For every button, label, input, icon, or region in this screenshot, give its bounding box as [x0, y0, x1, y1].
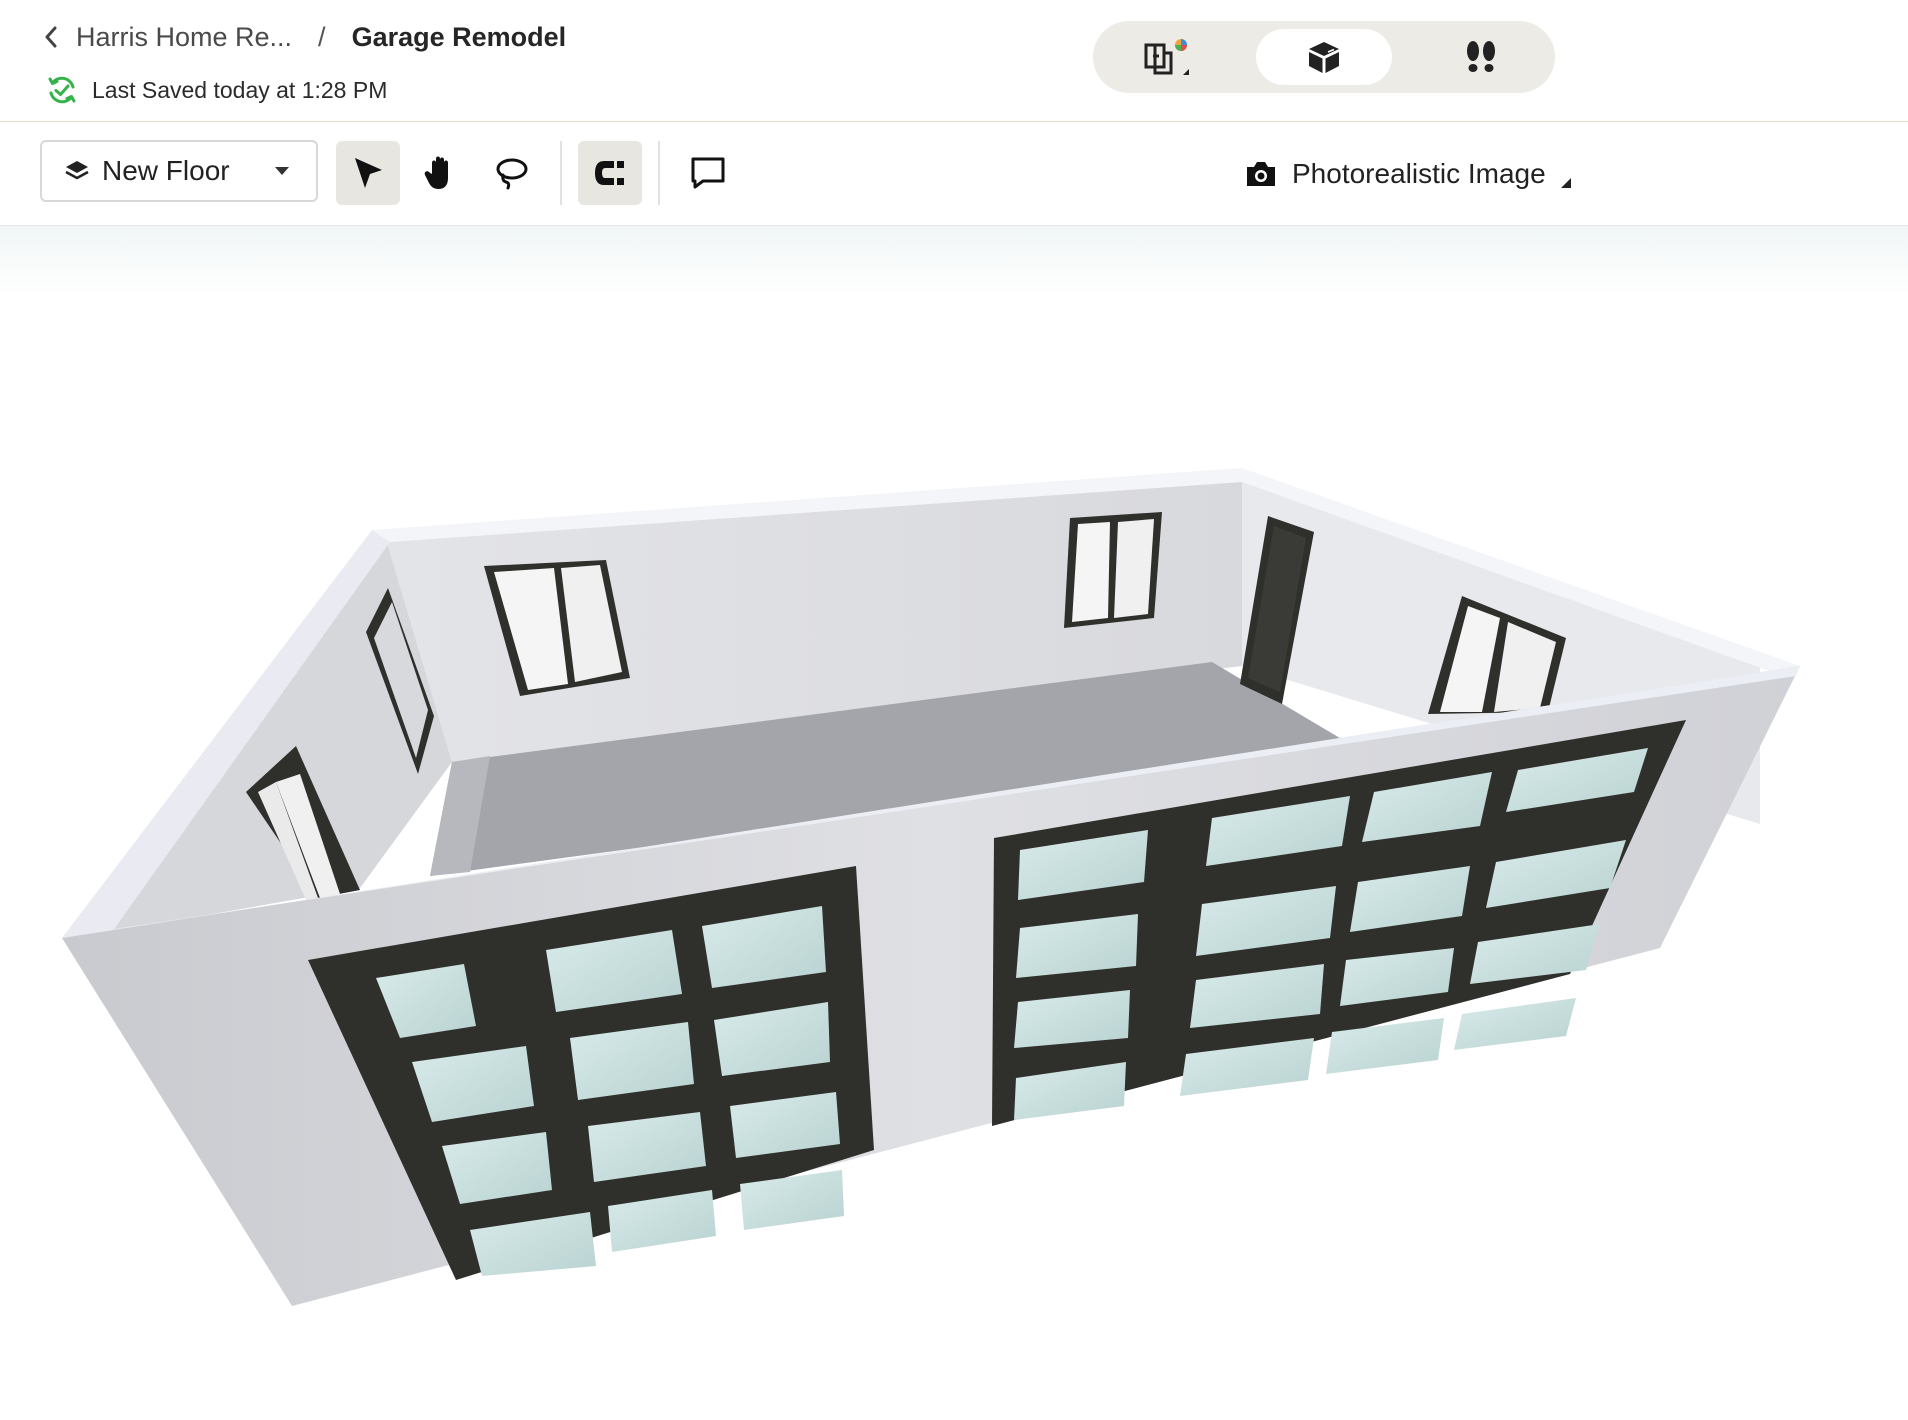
window-back-right: [1064, 512, 1162, 628]
save-status: Last Saved today at 1:28 PM: [46, 74, 387, 106]
camera-icon: [1247, 162, 1275, 186]
chevron-down-icon: [275, 167, 289, 175]
3d-box-icon: [1309, 42, 1339, 73]
lasso-icon: [496, 158, 528, 190]
view-walkthrough-button[interactable]: [1413, 29, 1549, 85]
toolbar-divider: [560, 141, 562, 205]
view-3d-button[interactable]: [1256, 29, 1392, 85]
pan-tool-button[interactable]: [408, 141, 472, 205]
lasso-tool-button[interactable]: [480, 141, 544, 205]
project-title: Garage Remodel: [351, 21, 567, 52]
breadcrumb-parent-link[interactable]: Harris Home Re...: [76, 22, 292, 53]
photorealistic-image-label: Photorealistic Image: [1292, 158, 1546, 189]
garage-3d-model: [62, 468, 1800, 1306]
photorealistic-image-button[interactable]: Photorealistic Image: [1244, 152, 1572, 196]
comment-tool-button[interactable]: [676, 141, 740, 205]
top-header: Harris Home Re... / Garage Remodel Last …: [0, 0, 1908, 122]
corner-triangle-icon: [1560, 178, 1571, 188]
comment-icon: [691, 157, 725, 189]
breadcrumb-separator: /: [318, 21, 326, 52]
floor-select-value: New Floor: [102, 155, 230, 186]
toolbar-divider: [658, 141, 660, 205]
select-tool-button[interactable]: [336, 141, 400, 205]
sync-check-icon: [48, 76, 76, 104]
snap-toggle-button[interactable]: [578, 141, 642, 205]
select-arrow-icon: [355, 158, 382, 188]
pan-hand-icon: [424, 156, 448, 189]
chevron-left-icon: [45, 26, 57, 48]
breadcrumb: Harris Home Re... / Garage Remodel: [40, 20, 566, 54]
walkthrough-footprints-icon: [1467, 41, 1495, 72]
save-status-text: Last Saved today at 1:28 PM: [92, 76, 388, 103]
layers-icon: [65, 161, 89, 180]
magnet-snap-icon: [595, 161, 624, 185]
editor-toolbar: New Floor Photorealistic Image: [0, 122, 1908, 226]
view-2d-button[interactable]: [1099, 29, 1235, 85]
back-button[interactable]: [40, 20, 62, 54]
view-mode-switch: [1093, 21, 1555, 93]
floorplan-2d-icon: [1144, 39, 1189, 75]
3d-viewport[interactable]: [0, 226, 1908, 1420]
floor-select-dropdown[interactable]: New Floor: [40, 140, 318, 202]
